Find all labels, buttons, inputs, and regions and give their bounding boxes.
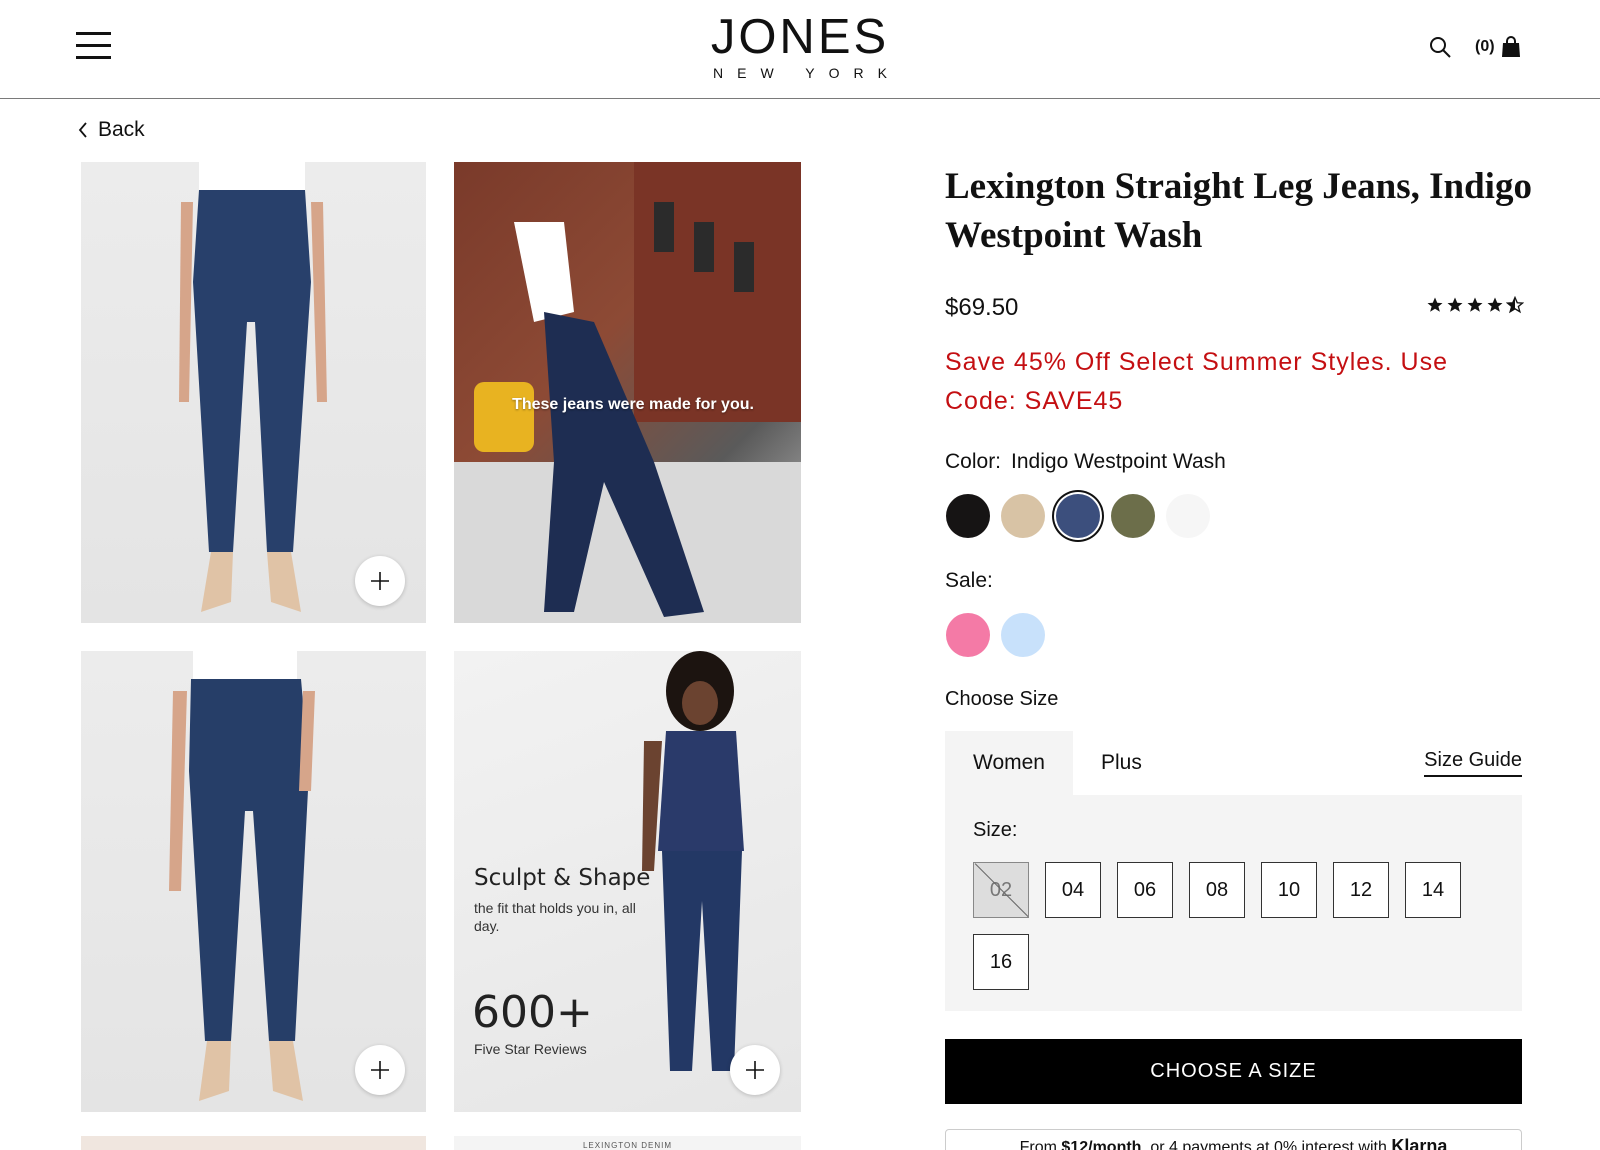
product-price: $69.50 xyxy=(945,294,1019,321)
klarna-banner[interactable]: From $12/month, or 4 payments at 0% inte… xyxy=(945,1129,1522,1150)
size-label: Size: xyxy=(973,819,1018,841)
product-title: Lexington Straight Leg Jeans, Indigo Wes… xyxy=(945,166,1532,256)
size-options: Size: 02 04 06 08 10 12 14 16 xyxy=(945,795,1522,1011)
plus-icon xyxy=(371,1061,389,1079)
size-panel: Women Plus Size Guide Size: 02 04 06 08 … xyxy=(945,731,1522,1011)
product-image-side[interactable] xyxy=(81,651,426,1112)
color-label: Color: xyxy=(945,450,1002,473)
klarna-amount: $12/month xyxy=(1061,1139,1142,1150)
color-swatch-white[interactable] xyxy=(1166,494,1210,538)
star-half-icon xyxy=(1506,296,1524,314)
shopping-bag-icon xyxy=(1501,36,1520,57)
size-option-06[interactable]: 06 xyxy=(1117,862,1173,918)
back-label: Back xyxy=(98,118,145,141)
back-link[interactable]: Back xyxy=(78,118,145,142)
klarna-logo: Klarna xyxy=(1391,1136,1448,1150)
color-swatch-olive[interactable] xyxy=(1111,494,1155,538)
promo-title: Sculpt & Shape xyxy=(474,865,651,891)
klarna-prefix: From xyxy=(1019,1139,1062,1150)
tab-women[interactable]: Women xyxy=(945,731,1073,795)
zoom-button[interactable] xyxy=(355,556,405,606)
product-image-front[interactable] xyxy=(81,162,426,623)
tab-plus[interactable]: Plus xyxy=(1101,731,1142,795)
size-option-02[interactable]: 02 xyxy=(973,862,1029,918)
site-header: JONES NEW YORK (0) xyxy=(0,0,1600,99)
chevron-left-icon xyxy=(78,122,87,138)
promo-image-sculpt[interactable]: Sculpt & Shape the fit that holds you in… xyxy=(454,651,801,1112)
menu-icon[interactable] xyxy=(76,31,112,59)
brand-logo[interactable]: JONES NEW YORK xyxy=(690,12,910,82)
rating-stars[interactable] xyxy=(1426,296,1524,314)
star-icon xyxy=(1447,297,1463,312)
logo-main: JONES xyxy=(710,10,890,64)
size-option-04[interactable]: 04 xyxy=(1045,862,1101,918)
choose-size-button[interactable]: CHOOSE A SIZE xyxy=(945,1039,1522,1104)
logo-sub: NEW YORK xyxy=(713,65,901,81)
promo-number: 600+ xyxy=(472,987,593,1038)
cart-count: (0) xyxy=(1475,38,1495,55)
promo-caption: Five Star Reviews xyxy=(474,1041,587,1057)
plus-icon xyxy=(746,1061,764,1079)
size-guide-link[interactable]: Size Guide xyxy=(1424,749,1522,777)
color-value: Indigo Westpoint Wash xyxy=(1011,450,1226,473)
size-option-14[interactable]: 14 xyxy=(1405,862,1461,918)
klarna-middle: , or 4 payments at 0% interest with xyxy=(1141,1139,1392,1150)
color-swatch-indigo[interactable] xyxy=(1056,494,1100,538)
size-option-08[interactable]: 08 xyxy=(1189,862,1245,918)
color-row: Color: Indigo Westpoint Wash xyxy=(945,450,1226,474)
star-icon xyxy=(1427,297,1443,312)
size-option-10[interactable]: 10 xyxy=(1261,862,1317,918)
model-jeans-illustration xyxy=(179,162,327,612)
product-image-lifestyle[interactable]: These jeans were made for you. xyxy=(454,162,801,623)
choose-size-label: Choose Size xyxy=(945,688,1059,710)
zoom-button[interactable] xyxy=(730,1045,780,1095)
zoom-button[interactable] xyxy=(355,1045,405,1095)
sale-swatch-pink[interactable] xyxy=(946,613,990,657)
promo-subtitle: the fit that holds you in, all day. xyxy=(474,900,636,934)
sale-swatch-light-blue[interactable] xyxy=(1001,613,1045,657)
product-image-partial-denim[interactable]: LEXINGTON DENIM xyxy=(454,1136,801,1150)
denim-label: LEXINGTON DENIM xyxy=(582,1141,673,1150)
lifestyle-overlay-text: These jeans were made for you. xyxy=(512,396,754,413)
star-icon xyxy=(1487,297,1503,312)
star-icon xyxy=(1467,297,1483,312)
size-option-12[interactable]: 12 xyxy=(1333,862,1389,918)
model-jeans-side-illustration xyxy=(169,651,315,1101)
size-option-16[interactable]: 16 xyxy=(973,934,1029,990)
search-icon[interactable] xyxy=(1428,35,1452,59)
color-swatch-tan[interactable] xyxy=(1001,494,1045,538)
color-swatch-black[interactable] xyxy=(946,494,990,538)
cart-button[interactable]: (0) xyxy=(1475,35,1521,59)
sale-label: Sale: xyxy=(945,569,993,592)
promo-message: Save 45% Off Select Summer Styles. Use C… xyxy=(945,348,1449,415)
product-image-partial[interactable] xyxy=(81,1136,426,1150)
plus-icon xyxy=(371,572,389,590)
street-scene-illustration xyxy=(454,162,801,623)
